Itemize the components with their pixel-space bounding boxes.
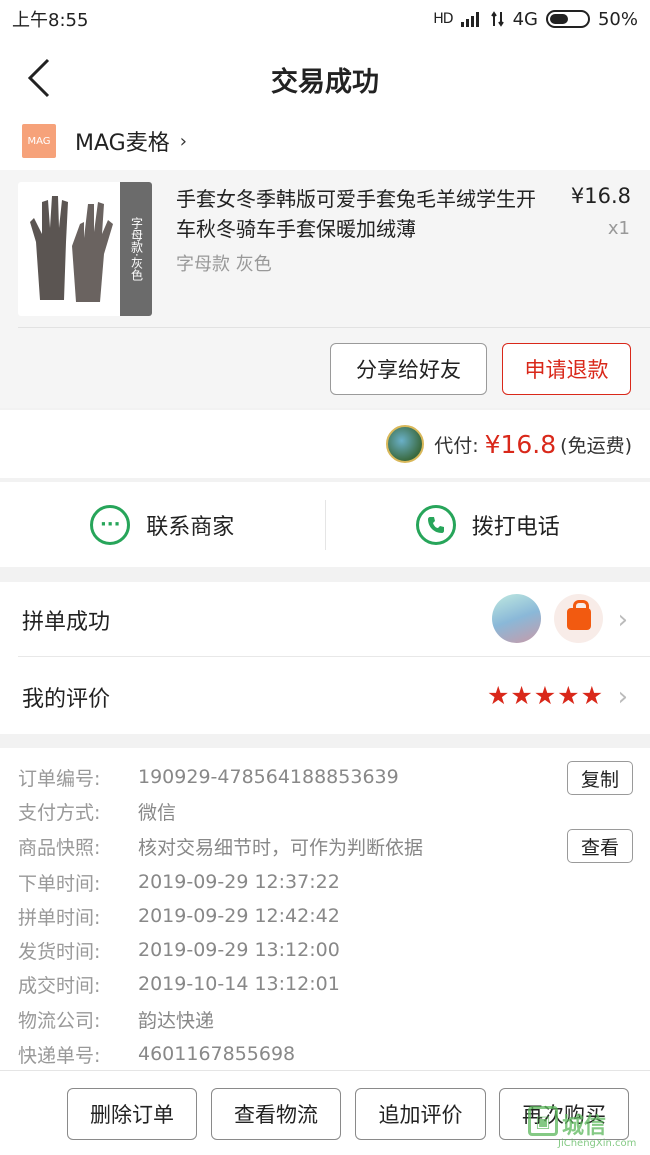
watermark-text: 城信 bbox=[562, 1114, 607, 1139]
tracking-label: 快递单号: bbox=[18, 1044, 101, 1067]
shopping-bag-icon bbox=[566, 599, 591, 630]
order-number-row: 订单编号: 190929-478564188853639 bbox=[18, 760, 399, 794]
chevron-right-icon: › bbox=[617, 681, 628, 712]
share-button[interactable]: 分享给好友 bbox=[330, 343, 487, 395]
product-quantity: x1 bbox=[607, 218, 630, 239]
contact-merchant-button[interactable]: ··· 联系商家 bbox=[0, 482, 325, 567]
signal-bars-icon bbox=[460, 12, 479, 27]
logistics-label: 物流公司: bbox=[18, 1009, 101, 1032]
page-title: 交易成功 bbox=[271, 67, 379, 98]
avatar bbox=[554, 594, 603, 643]
contact-merchant-label: 联系商家 bbox=[146, 514, 235, 540]
payment-amount: ¥16.8 bbox=[484, 429, 557, 459]
status-icons: HD 4G 50% bbox=[433, 9, 638, 30]
ship-time-label: 发货时间: bbox=[18, 940, 101, 963]
payment-note: (免运费) bbox=[560, 434, 632, 457]
payment-label: 代付: bbox=[434, 434, 479, 457]
group-time-row: 拼单时间: 2019-09-29 12:42:42 bbox=[18, 899, 340, 933]
chevron-right-icon: › bbox=[617, 604, 628, 635]
battery-percent: 50% bbox=[597, 8, 638, 30]
contact-row: ··· 联系商家 拨打电话 bbox=[0, 482, 650, 567]
order-time: 2019-09-29 12:37:22 bbox=[138, 871, 340, 893]
nav-bar: 交易成功 bbox=[0, 38, 650, 118]
payment-row: 代付: ¥16.8 (免运费) bbox=[0, 410, 650, 478]
shop-link[interactable]: MAG MAG麦格 › bbox=[0, 112, 650, 170]
group-time: 2019-09-29 12:42:42 bbox=[138, 905, 340, 927]
tracking-number: 4601167855698 bbox=[138, 1043, 296, 1065]
my-review-label: 我的评价 bbox=[22, 686, 111, 712]
group-time-label: 拼单时间: bbox=[18, 906, 101, 929]
ship-time: 2019-09-29 13:12:00 bbox=[138, 939, 340, 961]
order-details: 订单编号: 190929-478564188853639 复制 支付方式: 微信… bbox=[0, 748, 650, 1070]
deal-time: 2019-10-14 13:12:01 bbox=[138, 973, 340, 995]
battery-level bbox=[549, 14, 568, 24]
thumb-tag: 字母款·灰色 bbox=[120, 182, 152, 316]
tracking-row: 快递单号: 4601167855698 bbox=[18, 1037, 295, 1071]
logistics-company: 韵达快递 bbox=[138, 1009, 215, 1032]
product-price: ¥16.8 bbox=[570, 184, 631, 208]
refund-button[interactable]: 申请退款 bbox=[502, 343, 631, 395]
shop-logo: MAG bbox=[22, 124, 56, 158]
copy-button[interactable]: 复制 bbox=[567, 761, 633, 795]
phone-icon bbox=[415, 504, 456, 545]
rating-stars: ★★★★★ bbox=[486, 681, 604, 710]
network-type: 4G bbox=[512, 8, 538, 30]
battery-icon bbox=[545, 10, 590, 28]
view-logistics-button[interactable]: 查看物流 bbox=[211, 1088, 341, 1140]
order-time-row: 下单时间: 2019-09-29 12:37:22 bbox=[18, 865, 340, 899]
divider bbox=[18, 327, 650, 328]
delete-order-button[interactable]: 删除订单 bbox=[67, 1088, 197, 1140]
order-time-label: 下单时间: bbox=[18, 872, 101, 895]
status-bar: 上午8:55 HD 4G 50% bbox=[0, 0, 650, 38]
my-review-row[interactable]: 我的评价 ★★★★★ › bbox=[0, 659, 650, 734]
deal-time-label: 成交时间: bbox=[18, 974, 101, 997]
group-review-section: 拼单成功 › 我的评价 ★★★★★ › bbox=[0, 582, 650, 734]
call-phone-button[interactable]: 拨打电话 bbox=[326, 482, 650, 567]
glove-image bbox=[30, 196, 113, 302]
chevron-right-icon: › bbox=[179, 130, 187, 152]
group-success-row[interactable]: 拼单成功 › bbox=[0, 582, 650, 657]
product-image: 字母款·灰色 bbox=[18, 182, 152, 316]
snapshot-note: 核对交易细节时，可作为判断依据 bbox=[138, 836, 424, 859]
call-phone-label: 拨打电话 bbox=[471, 514, 560, 540]
chat-icon: ··· bbox=[90, 504, 131, 545]
deal-time-row: 成交时间: 2019-10-14 13:12:01 bbox=[18, 967, 340, 1001]
group-success-label: 拼单成功 bbox=[22, 609, 111, 635]
append-review-button[interactable]: 追加评价 bbox=[355, 1088, 486, 1140]
pay-method: 微信 bbox=[138, 801, 177, 824]
order-number-label: 订单编号: bbox=[18, 767, 101, 790]
ship-time-row: 发货时间: 2019-09-29 13:12:00 bbox=[18, 933, 340, 967]
status-time: 上午8:55 bbox=[12, 10, 89, 31]
order-number: 190929-478564188853639 bbox=[138, 766, 399, 788]
product-title: 手套女冬季韩版可爱手套兔毛羊绒学生开车秋冬骑车手套保暖加绒薄 bbox=[176, 187, 536, 241]
shop-name: MAG麦格 bbox=[75, 131, 170, 156]
watermark-url: JiChengXin.com bbox=[558, 1138, 637, 1149]
snapshot-row: 商品快照: 核对交易细节时，可作为判断依据 bbox=[18, 829, 423, 863]
watermark: ▣ 城信 JiChengXin.com bbox=[528, 1102, 646, 1152]
product-variant: 字母款 灰色 bbox=[176, 254, 272, 275]
divider bbox=[18, 656, 650, 657]
data-arrows-icon bbox=[490, 11, 504, 27]
view-snapshot-button[interactable]: 查看 bbox=[567, 829, 633, 863]
pay-method-row: 支付方式: 微信 bbox=[18, 794, 176, 828]
avatar bbox=[492, 594, 541, 643]
logistics-row: 物流公司: 韵达快递 bbox=[18, 1002, 214, 1036]
payer-avatar bbox=[386, 425, 425, 463]
pay-method-label: 支付方式: bbox=[18, 801, 101, 824]
signal-icon: HD bbox=[433, 11, 453, 27]
watermark-logo-icon: ▣ bbox=[528, 1106, 558, 1136]
snapshot-label: 商品快照: bbox=[18, 836, 101, 859]
